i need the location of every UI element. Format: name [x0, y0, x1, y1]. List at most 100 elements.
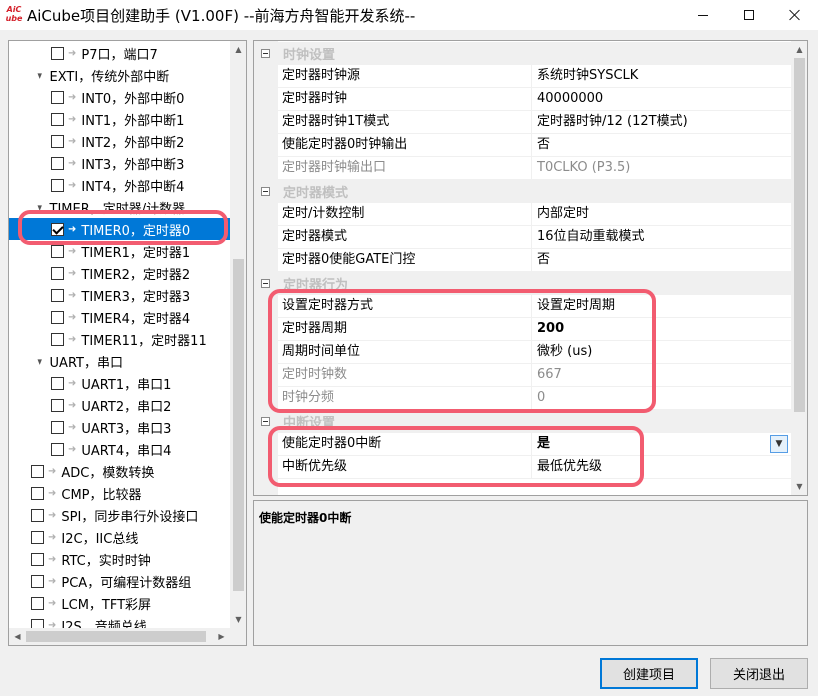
tree-item-label: ADC，模数转换 — [61, 462, 154, 481]
tree-checkbox[interactable] — [51, 113, 64, 126]
scroll-left-icon[interactable]: ◀ — [9, 628, 26, 645]
tree-checkbox[interactable] — [51, 135, 64, 148]
scrollbar-corner — [230, 628, 247, 645]
tree-checkbox[interactable] — [31, 531, 44, 544]
tree-item[interactable]: ➜TIMER2，定时器2 — [9, 262, 230, 284]
tree-checkbox[interactable] — [51, 179, 64, 192]
tree-checkbox[interactable] — [51, 399, 64, 412]
tree-item[interactable]: ➜LCM，TFT彩屏 — [9, 592, 230, 614]
tree-item-label: TIMER2，定时器2 — [81, 264, 190, 283]
tree-checkbox[interactable] — [31, 487, 44, 500]
tree-item[interactable]: ➜ADC，模数转换 — [9, 460, 230, 482]
tree-item[interactable]: ➜INT1，外部中断1 — [9, 108, 230, 130]
tree-checkbox[interactable] — [31, 509, 44, 522]
close-window-button[interactable] — [772, 0, 818, 30]
dropdown-chevron-icon[interactable]: ▼ — [770, 435, 788, 453]
property-category[interactable]: 定时器模式 — [254, 180, 791, 203]
tree-item[interactable]: ➜TIMER3，定时器3 — [9, 284, 230, 306]
property-value[interactable]: 内部定时 — [532, 203, 791, 225]
property-value[interactable]: 否 — [532, 134, 791, 156]
scroll-right-icon[interactable]: ▶ — [213, 628, 230, 645]
tree-item[interactable]: ➜TIMER4，定时器4 — [9, 306, 230, 328]
property-category[interactable]: 时钟设置 — [254, 42, 791, 65]
collapse-icon[interactable] — [261, 417, 270, 426]
tree-checkbox[interactable] — [51, 311, 64, 324]
tree-item[interactable]: ➜RTC，实时时钟 — [9, 548, 230, 570]
tree-item[interactable]: ➜UART2，串口2 — [9, 394, 230, 416]
property-value[interactable]: 16位自动重载模式 — [532, 226, 791, 248]
property-row[interactable]: 定时/计数控制内部定时 — [278, 203, 791, 226]
tree-vertical-scrollbar[interactable]: ▲ ▼ — [230, 41, 247, 628]
tree-item[interactable]: ➜CMP，比较器 — [9, 482, 230, 504]
property-row[interactable]: 使能定时器0时钟输出否 — [278, 134, 791, 157]
expand-chevron-icon[interactable]: ▾ — [38, 69, 42, 82]
create-project-button[interactable]: 创建项目 — [600, 658, 698, 689]
tree-checkbox[interactable] — [31, 575, 44, 588]
tree-item[interactable]: ➜UART1，串口1 — [9, 372, 230, 394]
collapse-icon[interactable] — [261, 279, 270, 288]
collapse-icon[interactable] — [261, 187, 270, 196]
minimize-button[interactable] — [680, 0, 726, 30]
scroll-down-icon[interactable]: ▼ — [230, 611, 247, 628]
tree-item-label: P7口，端口7 — [81, 44, 157, 63]
tree-item[interactable]: ➜INT4，外部中断4 — [9, 174, 230, 196]
description-title: 使能定时器0中断 — [259, 509, 351, 526]
peripheral-tree[interactable]: ➜P7口，端口7▾EXTI，传统外部中断➜INT0，外部中断0➜INT1，外部中… — [8, 40, 247, 646]
tree-item[interactable]: ➜PCA，可编程计数器组 — [9, 570, 230, 592]
tree-item-label: I2C，IIC总线 — [61, 528, 138, 547]
tree-item[interactable]: ➜INT0，外部中断0 — [9, 86, 230, 108]
tree-checkbox[interactable] — [51, 333, 64, 346]
arrow-right-icon: ➜ — [68, 92, 76, 103]
tree-item[interactable]: ➜UART4，串口4 — [9, 438, 230, 460]
tree-item[interactable]: ➜INT2，外部中断2 — [9, 130, 230, 152]
property-name: 定时器模式 — [278, 226, 532, 248]
scroll-down-icon[interactable]: ▼ — [791, 478, 808, 495]
expand-chevron-icon[interactable]: ▾ — [38, 355, 42, 368]
close-exit-button[interactable]: 关闭退出 — [710, 658, 808, 689]
tree-hscroll-thumb[interactable] — [26, 631, 206, 642]
tree-checkbox[interactable] — [51, 377, 64, 390]
tree-checkbox[interactable] — [51, 47, 64, 60]
property-row[interactable]: 定时器时钟输出口T0CLKO (P3.5) — [278, 157, 791, 180]
tree-checkbox[interactable] — [51, 91, 64, 104]
scroll-up-icon[interactable]: ▲ — [230, 41, 247, 58]
tree-item[interactable]: ➜TIMER11，定时器11 — [9, 328, 230, 350]
property-vertical-scrollbar[interactable]: ▲ ▼ — [791, 41, 808, 495]
tree-checkbox[interactable] — [51, 157, 64, 170]
maximize-button[interactable] — [726, 0, 772, 30]
tree-checkbox[interactable] — [51, 443, 64, 456]
property-row[interactable]: 定时器0使能GATE门控否 — [278, 249, 791, 272]
tree-item[interactable]: ➜UART3，串口3 — [9, 416, 230, 438]
property-value[interactable]: 定时器时钟/12 (12T模式) — [532, 111, 791, 133]
tree-item[interactable]: ▾UART，串口 — [9, 350, 230, 372]
tree-checkbox[interactable] — [31, 553, 44, 566]
tree-horizontal-scrollbar[interactable]: ◀ ▶ — [9, 628, 230, 645]
property-row[interactable]: 定时器模式16位自动重载模式 — [278, 226, 791, 249]
tree-item[interactable]: ➜SPI，同步串行外设接口 — [9, 504, 230, 526]
tree-checkbox[interactable] — [51, 245, 64, 258]
highlight-timer-behavior — [268, 289, 656, 413]
tree-item[interactable]: ➜P7口，端口7 — [9, 42, 230, 64]
tree-checkbox[interactable] — [51, 421, 64, 434]
tree-checkbox[interactable] — [51, 289, 64, 302]
tree-item[interactable]: ➜I2C，IIC总线 — [9, 526, 230, 548]
scroll-up-icon[interactable]: ▲ — [791, 41, 808, 58]
tree-checkbox[interactable] — [31, 597, 44, 610]
property-value[interactable]: 否 — [532, 249, 791, 271]
tree-checkbox[interactable] — [31, 465, 44, 478]
tree-scroll-thumb[interactable] — [233, 259, 244, 591]
property-scroll-thumb[interactable] — [794, 58, 805, 412]
property-row[interactable]: 定时器时钟1T模式定时器时钟/12 (12T模式) — [278, 111, 791, 134]
tree-item[interactable]: ➜INT3，外部中断3 — [9, 152, 230, 174]
property-row[interactable]: 定时器时钟源系统时钟SYSCLK — [278, 65, 791, 88]
tree-checkbox[interactable] — [51, 267, 64, 280]
property-value[interactable]: 40000000 — [532, 88, 791, 110]
category-label: 定时器模式 — [283, 182, 348, 201]
collapse-icon[interactable] — [261, 49, 270, 58]
property-row[interactable]: 定时器时钟40000000 — [278, 88, 791, 111]
tree-item-label: SPI，同步串行外设接口 — [61, 506, 198, 525]
arrow-right-icon: ➜ — [48, 598, 56, 609]
property-value[interactable]: 系统时钟SYSCLK — [532, 65, 791, 87]
window-title: AiCube项目创建助手 (V1.00F) --前海方舟智能开发系统-- — [27, 5, 415, 26]
tree-item[interactable]: ▾EXTI，传统外部中断 — [9, 64, 230, 86]
